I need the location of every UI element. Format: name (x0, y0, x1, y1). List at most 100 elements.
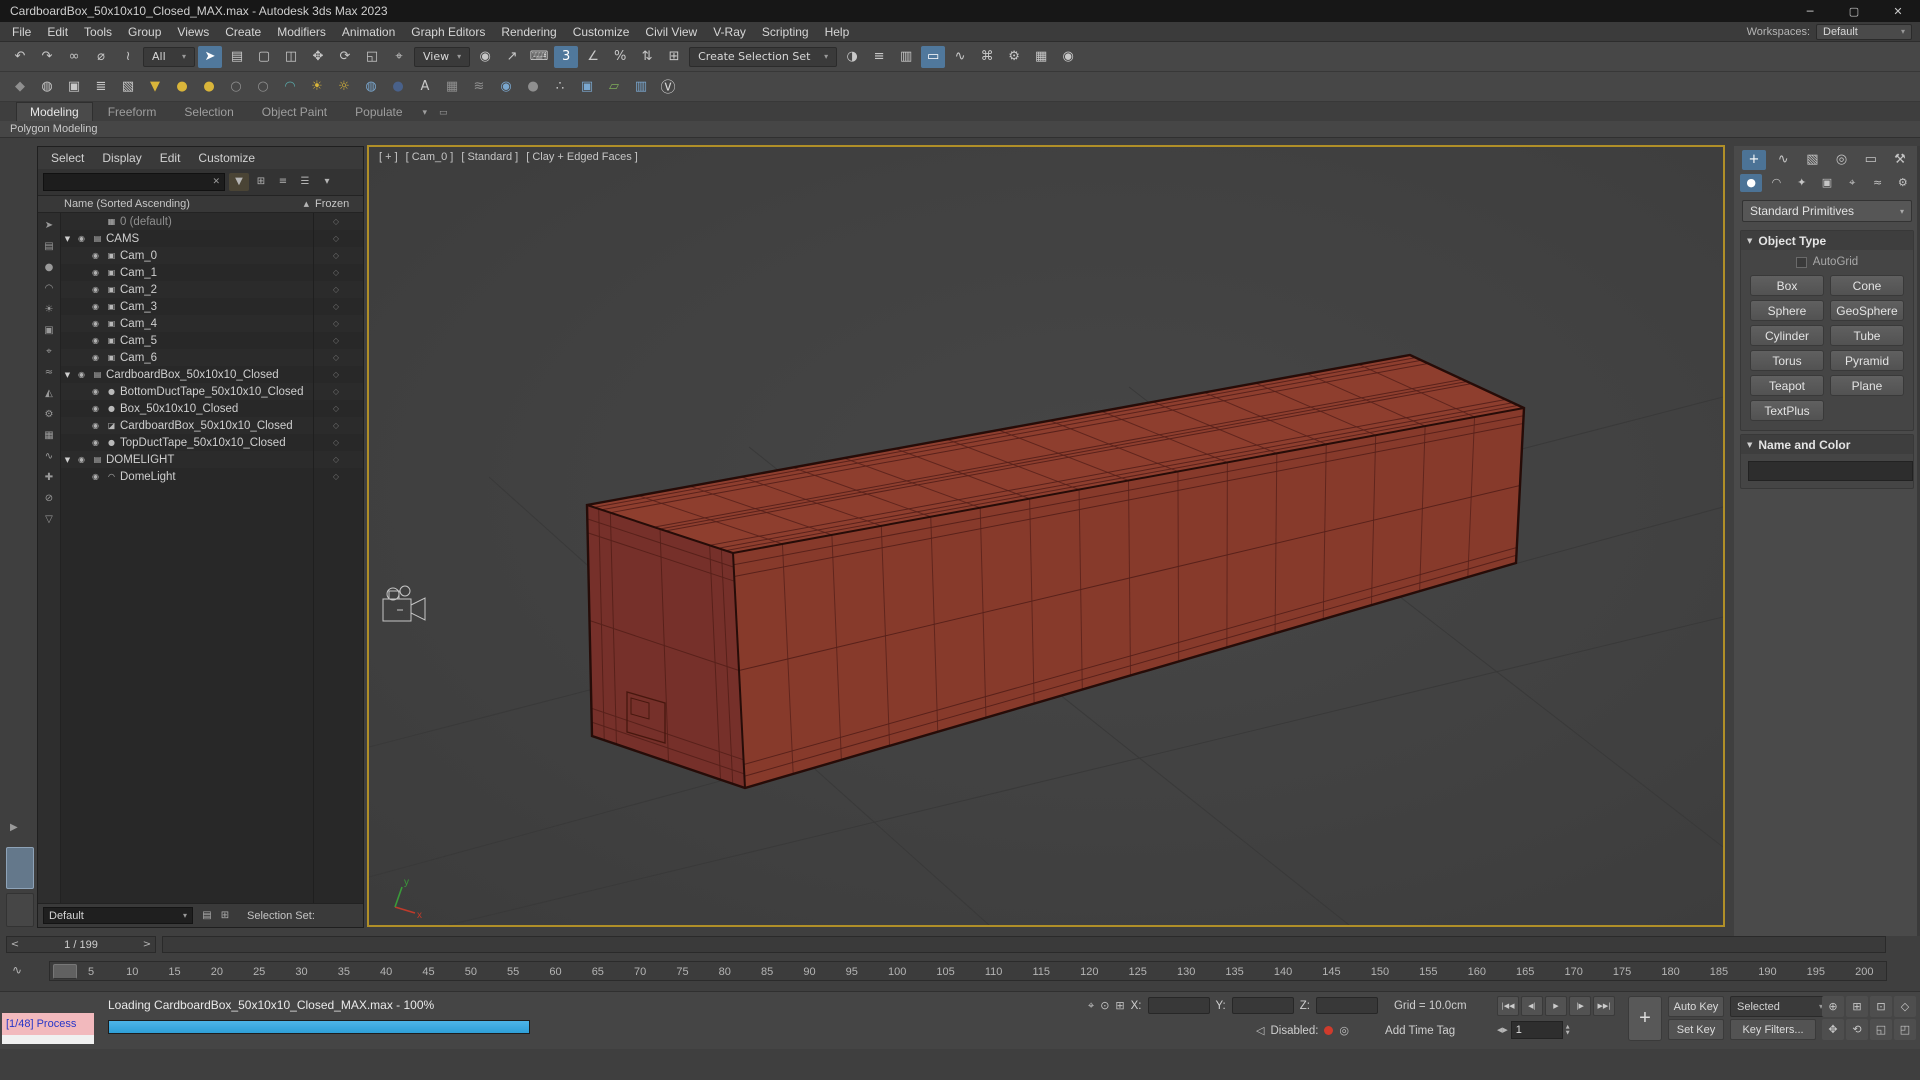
list-item[interactable]: ◉ ● BottomDuctTape_50x10x10_Closed ◇ (61, 383, 363, 400)
object-type-button[interactable]: Cylinder (1750, 325, 1824, 346)
eye-icon[interactable]: ◉ (88, 251, 103, 260)
eye-icon[interactable]: ◉ (88, 353, 103, 362)
timeline-tick[interactable]: 10 (126, 966, 138, 978)
key-filters-button[interactable]: Key Filters... (1730, 1019, 1816, 1040)
primitives-dropdown[interactable]: Standard Primitives (1742, 200, 1912, 222)
explorer-menu-item[interactable]: Select (42, 151, 93, 165)
timeline-tick[interactable]: 25 (253, 966, 265, 978)
frozen-toggle[interactable]: ◇ (333, 302, 339, 311)
list-item[interactable]: ◉ ◪ CardboardBox_50x10x10_Closed ◇ (61, 417, 363, 434)
zoom-icon[interactable]: ⊕ (1822, 996, 1844, 1017)
list-item[interactable]: ▼ ◉ ▤ CAMS ◇ (61, 230, 363, 247)
expand-collapse-icon[interactable]: ▼ (61, 235, 74, 243)
systems-category-icon[interactable]: ⚙ (1892, 174, 1914, 192)
particles-icon[interactable]: ∴ (548, 76, 572, 98)
timeline-tick[interactable]: 35 (338, 966, 350, 978)
column-name-label[interactable]: Name (Sorted Ascending) (64, 198, 190, 210)
menu-item[interactable]: Tools (76, 22, 120, 42)
eye-icon[interactable]: ◉ (88, 285, 103, 294)
frozen-toggle[interactable]: ◇ (333, 251, 339, 260)
frozen-toggle[interactable]: ◇ (333, 455, 339, 464)
named-selection-sets-icon[interactable]: ⊞ (662, 46, 686, 68)
list-item[interactable]: ▦ 0 (default) ◇ (61, 213, 363, 230)
object-type-button[interactable]: Sphere (1750, 300, 1824, 321)
explorer-filter-icon[interactable]: ➤ (41, 218, 57, 233)
previous-frame-button[interactable]: ◀| (1521, 996, 1543, 1016)
maximize-button[interactable]: ▢ (1832, 0, 1876, 22)
window-crossing-icon[interactable]: ◫ (279, 46, 303, 68)
play-button[interactable]: ▶ (1545, 996, 1567, 1016)
go-to-end-button[interactable]: ▶▶| (1593, 996, 1615, 1016)
object-type-button[interactable]: Box (1750, 275, 1824, 296)
edit-sets-icon[interactable]: ⊞ (216, 908, 234, 924)
timeline-tick[interactable]: 150 (1371, 966, 1389, 978)
eye-icon[interactable]: ◉ (88, 387, 103, 396)
menu-item[interactable]: Group (120, 22, 169, 42)
light-lister-icon[interactable]: ▼ (143, 76, 167, 98)
container-tool-icon[interactable]: ▥ (629, 76, 653, 98)
angle-snap-icon[interactable]: ∠ (581, 46, 605, 68)
object-type-button[interactable]: Pyramid (1830, 350, 1904, 371)
object-type-rollout-header[interactable]: ▼ Object Type (1741, 231, 1913, 250)
timeline-tick[interactable]: 115 (1032, 966, 1050, 978)
add-time-tag[interactable]: Add Time Tag (1385, 1025, 1455, 1037)
timeline-tick[interactable]: 45 (422, 966, 434, 978)
previous-frame-arrow[interactable]: < (7, 939, 23, 950)
snaps-toggle-icon[interactable]: 3 (554, 45, 579, 68)
select-and-place-icon[interactable]: ⌖ (387, 46, 411, 68)
physical-camera-icon[interactable]: ▣ (575, 76, 599, 98)
timeline-tick[interactable]: 30 (295, 966, 307, 978)
use-center-icon[interactable]: ◉ (473, 46, 497, 68)
z-coordinate-field[interactable] (1315, 997, 1378, 1014)
frozen-toggle[interactable]: ◇ (333, 268, 339, 277)
viewport[interactable]: xy [ + ] [ Cam_0 ] [ Standard ] [ Clay +… (367, 145, 1725, 927)
state-sets-icon[interactable]: ▧ (116, 76, 140, 98)
ribbon-tab[interactable]: Selection (171, 103, 246, 121)
select-and-rotate-icon[interactable]: ⟳ (333, 46, 357, 68)
x-coordinate-field[interactable] (1147, 997, 1210, 1014)
explorer-filter-icon[interactable]: ☀ (41, 302, 57, 317)
selection-lock-icon[interactable]: ⊙ (1100, 999, 1109, 1012)
maximize-viewport-icon[interactable]: ◰ (1894, 1019, 1916, 1040)
timeline-tick[interactable]: 5 (86, 966, 96, 978)
timeline-tick[interactable]: 110 (985, 966, 1003, 978)
name-color-rollout-header[interactable]: ▼ Name and Color (1741, 435, 1913, 454)
viewport-layout-tab-active[interactable] (6, 847, 34, 889)
eye-icon[interactable]: ◉ (74, 234, 89, 243)
timeline-tick[interactable]: 85 (761, 966, 773, 978)
timeline-tick[interactable]: 135 (1225, 966, 1243, 978)
timeline-tick[interactable]: 180 (1661, 966, 1679, 978)
bind-to-space-warp-icon[interactable]: ≀ (116, 46, 140, 68)
clear-search-icon[interactable]: ✕ (212, 177, 224, 187)
object-type-button[interactable]: Plane (1830, 375, 1904, 396)
mini-curve-editor-icon[interactable]: ∿ (12, 963, 22, 977)
explorer-menu-item[interactable]: Customize (189, 151, 264, 165)
explorer-filter-icon[interactable]: ▽ (41, 512, 57, 527)
viewport-menu-renderer[interactable]: [ Standard ] (461, 151, 518, 163)
timeline-tick[interactable]: 175 (1613, 966, 1631, 978)
named-sets-icon[interactable]: ▤ (198, 908, 216, 924)
menu-item[interactable]: Modifiers (269, 22, 334, 42)
viewport-menu-pov[interactable]: [ Cam_0 ] (406, 151, 454, 163)
eye-icon[interactable]: ◉ (88, 472, 103, 481)
zoom-all-icon[interactable]: ⊞ (1846, 996, 1868, 1017)
ribbon-tab[interactable]: Populate (342, 103, 415, 121)
explorer-menu-item[interactable]: Display (93, 151, 150, 165)
menu-item[interactable]: Civil View (637, 22, 705, 42)
current-frame-field[interactable] (1510, 1021, 1563, 1039)
frozen-toggle[interactable]: ◇ (333, 472, 339, 481)
explorer-filter-icon[interactable]: ▤ (41, 239, 57, 254)
list-item[interactable]: ◉ ▣ Cam_2 ◇ (61, 281, 363, 298)
object-type-button[interactable]: Cone (1830, 275, 1904, 296)
ribbon-collapse-icon[interactable]: ▾ (418, 105, 433, 121)
list-item[interactable]: ◉ ▣ Cam_1 ◇ (61, 264, 363, 281)
timeline-tick[interactable]: 55 (507, 966, 519, 978)
field-of-view-icon[interactable]: ◇ (1894, 996, 1916, 1017)
eye-icon[interactable]: ◉ (88, 319, 103, 328)
menu-item[interactable]: Edit (39, 22, 76, 42)
modify-tab-icon[interactable]: ∿ (1771, 150, 1795, 170)
track-bar[interactable] (162, 936, 1886, 953)
object-type-button[interactable]: Torus (1750, 350, 1824, 371)
select-and-manipulate-icon[interactable]: ↗ (500, 46, 524, 68)
timeline-tick[interactable]: 130 (1177, 966, 1195, 978)
